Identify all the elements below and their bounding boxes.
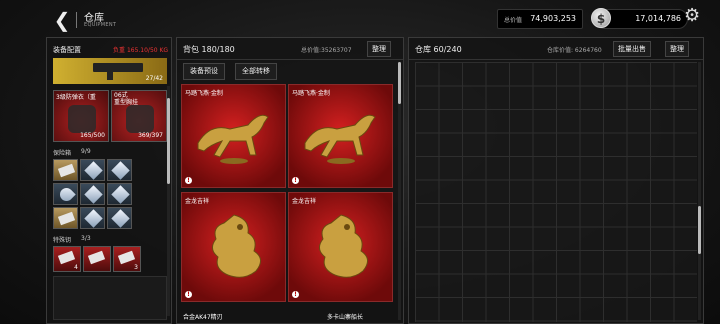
transfer-all-tab[interactable]: 全部转移 [235,63,277,80]
armor-label: 3级防弹衣（重 [56,94,96,101]
settings-gear-icon[interactable]: ⚙ [684,6,704,26]
safe-slot[interactable] [107,183,132,205]
key-count: 4 [74,264,78,271]
chest-rig-durability: 369/397 [138,132,163,139]
rifle-grip [107,70,113,80]
keycard-icon [117,250,136,265]
safe-slot[interactable] [107,159,132,181]
backpack-sort-button[interactable]: 整理 [367,41,391,57]
loadout-scroll-thumb[interactable] [167,98,170,184]
item-card-icon [57,163,76,178]
preset-tab[interactable]: 装备预设 [183,63,225,80]
gold-horse-icon [197,114,269,164]
special-keys-label: 特殊钥 [53,237,72,244]
backpack-value: 总价值:35263707 [301,47,352,54]
safe-box-count: 9/9 [81,148,91,155]
rifle-icon [93,63,143,72]
item-card[interactable]: 金龙吉祥 ! [181,192,286,302]
key-slot[interactable]: 4 [53,246,81,272]
coin-balance: 17,014,786 [635,14,681,23]
item-card[interactable]: 马踏飞燕·金制 ! [288,84,393,188]
item-name: 马踏飞燕·金制 [292,90,330,97]
safe-slot[interactable] [80,159,105,181]
keycard-icon [57,250,76,265]
storage-header: 仓库 60/240 仓库价值: 6264760 批量出售 整理 [409,38,703,60]
weight-label: 负重 [113,47,126,54]
total-value: 74,903,253 [530,14,576,23]
coin-balance-box: $ 17,014,786 [591,8,688,29]
loadout-title: 装备配置 [53,46,81,54]
safe-slot[interactable] [80,183,105,205]
title-divider [76,12,77,28]
backpack-scroll-thumb[interactable] [398,62,401,104]
silver-coin-icon: $ [591,8,611,28]
backpack-panel: 背包 180/180 总价值:35263707 整理 装备预设 全部转移 马踏飞… [176,37,404,324]
storage-panel: 仓库 60/240 仓库价值: 6264760 批量出售 整理 [408,37,704,324]
safe-slot[interactable] [107,207,132,229]
diamond-icon [111,185,130,204]
gold-dragon-icon [212,214,261,278]
key-slot[interactable]: 3 [113,246,141,272]
item-name: 多卡山寨船长 [327,314,364,321]
weapon-ammo-count: 27/42 [145,75,163,82]
item-card-icon [57,211,76,226]
top-bar: ❮ 仓库 EQUIPMENT 总价值 74,903,253 $ 17,014,7… [0,0,720,36]
warning-icon: ! [292,291,299,298]
safe-slot[interactable] [53,159,78,181]
storage-sort-button[interactable]: 整理 [665,41,689,57]
warning-icon: ! [185,177,192,184]
storage-title: 仓库 60/240 [415,45,462,54]
special-keys-count: 3/3 [81,235,91,242]
empty-slot[interactable] [53,276,167,320]
gem-icon [57,185,76,204]
storage-scroll-thumb[interactable] [698,206,701,254]
chest-rig-label: 06式 重型胸挂 [114,92,139,106]
warning-icon: ! [185,291,192,298]
total-value-box: 总价值 74,903,253 [497,9,583,29]
key-count: 3 [134,264,138,271]
backpack-header: 背包 180/180 总价值:35263707 整理 [177,38,403,60]
bulk-sell-button[interactable]: 批量出售 [613,41,651,57]
backpack-title: 背包 180/180 [183,45,235,54]
gold-dragon-icon [319,214,368,278]
diamond-icon [111,209,130,228]
diamond-icon [84,185,103,204]
item-name: 金龙吉祥 [185,198,210,205]
diamond-icon [111,161,130,180]
safe-slot[interactable] [53,207,78,229]
page-subtitle: EQUIPMENT [84,22,117,28]
gold-horse-icon [304,114,376,164]
item-name: 金龙吉祥 [292,198,317,205]
weight-indicator: 负重 165.10/50 KG [113,45,168,54]
key-slot[interactable] [83,246,111,272]
safe-slot[interactable] [53,183,78,205]
weapon-slot[interactable]: 27/42 [53,58,167,84]
item-card[interactable]: 马踏飞燕·金制 ! [181,84,286,188]
chest-rig-slot[interactable]: 06式 重型胸挂 369/397 [111,90,167,142]
weight-value: 165.10/50 KG [126,47,169,54]
back-arrow-icon[interactable]: ❮ [52,9,72,31]
storage-grid[interactable] [415,62,697,322]
item-name: 马踏飞燕·金制 [185,90,223,97]
item-card[interactable]: 金龙吉祥 ! [288,192,393,302]
armor-icon [68,105,96,133]
chest-rig-icon [126,105,154,133]
armor-slot[interactable]: 3级防弹衣（重 165/500 [53,90,109,142]
item-name: 合金AK47精刃 [183,314,223,321]
diamond-icon [84,209,103,228]
warning-icon: ! [292,177,299,184]
storage-scrollbar[interactable] [698,62,701,320]
loadout-panel: 装备配置 负重 165.10/50 KG 27/42 3级防弹衣（重 165/5… [46,37,172,324]
armor-durability: 165/500 [80,132,105,139]
keycard-icon [87,250,106,265]
storage-value: 仓库价值: 6264760 [547,47,602,54]
diamond-icon [84,161,103,180]
safe-slot[interactable] [80,207,105,229]
safe-box-label: 保险箱 [53,150,72,157]
total-value-label: 总价值 [504,17,523,24]
